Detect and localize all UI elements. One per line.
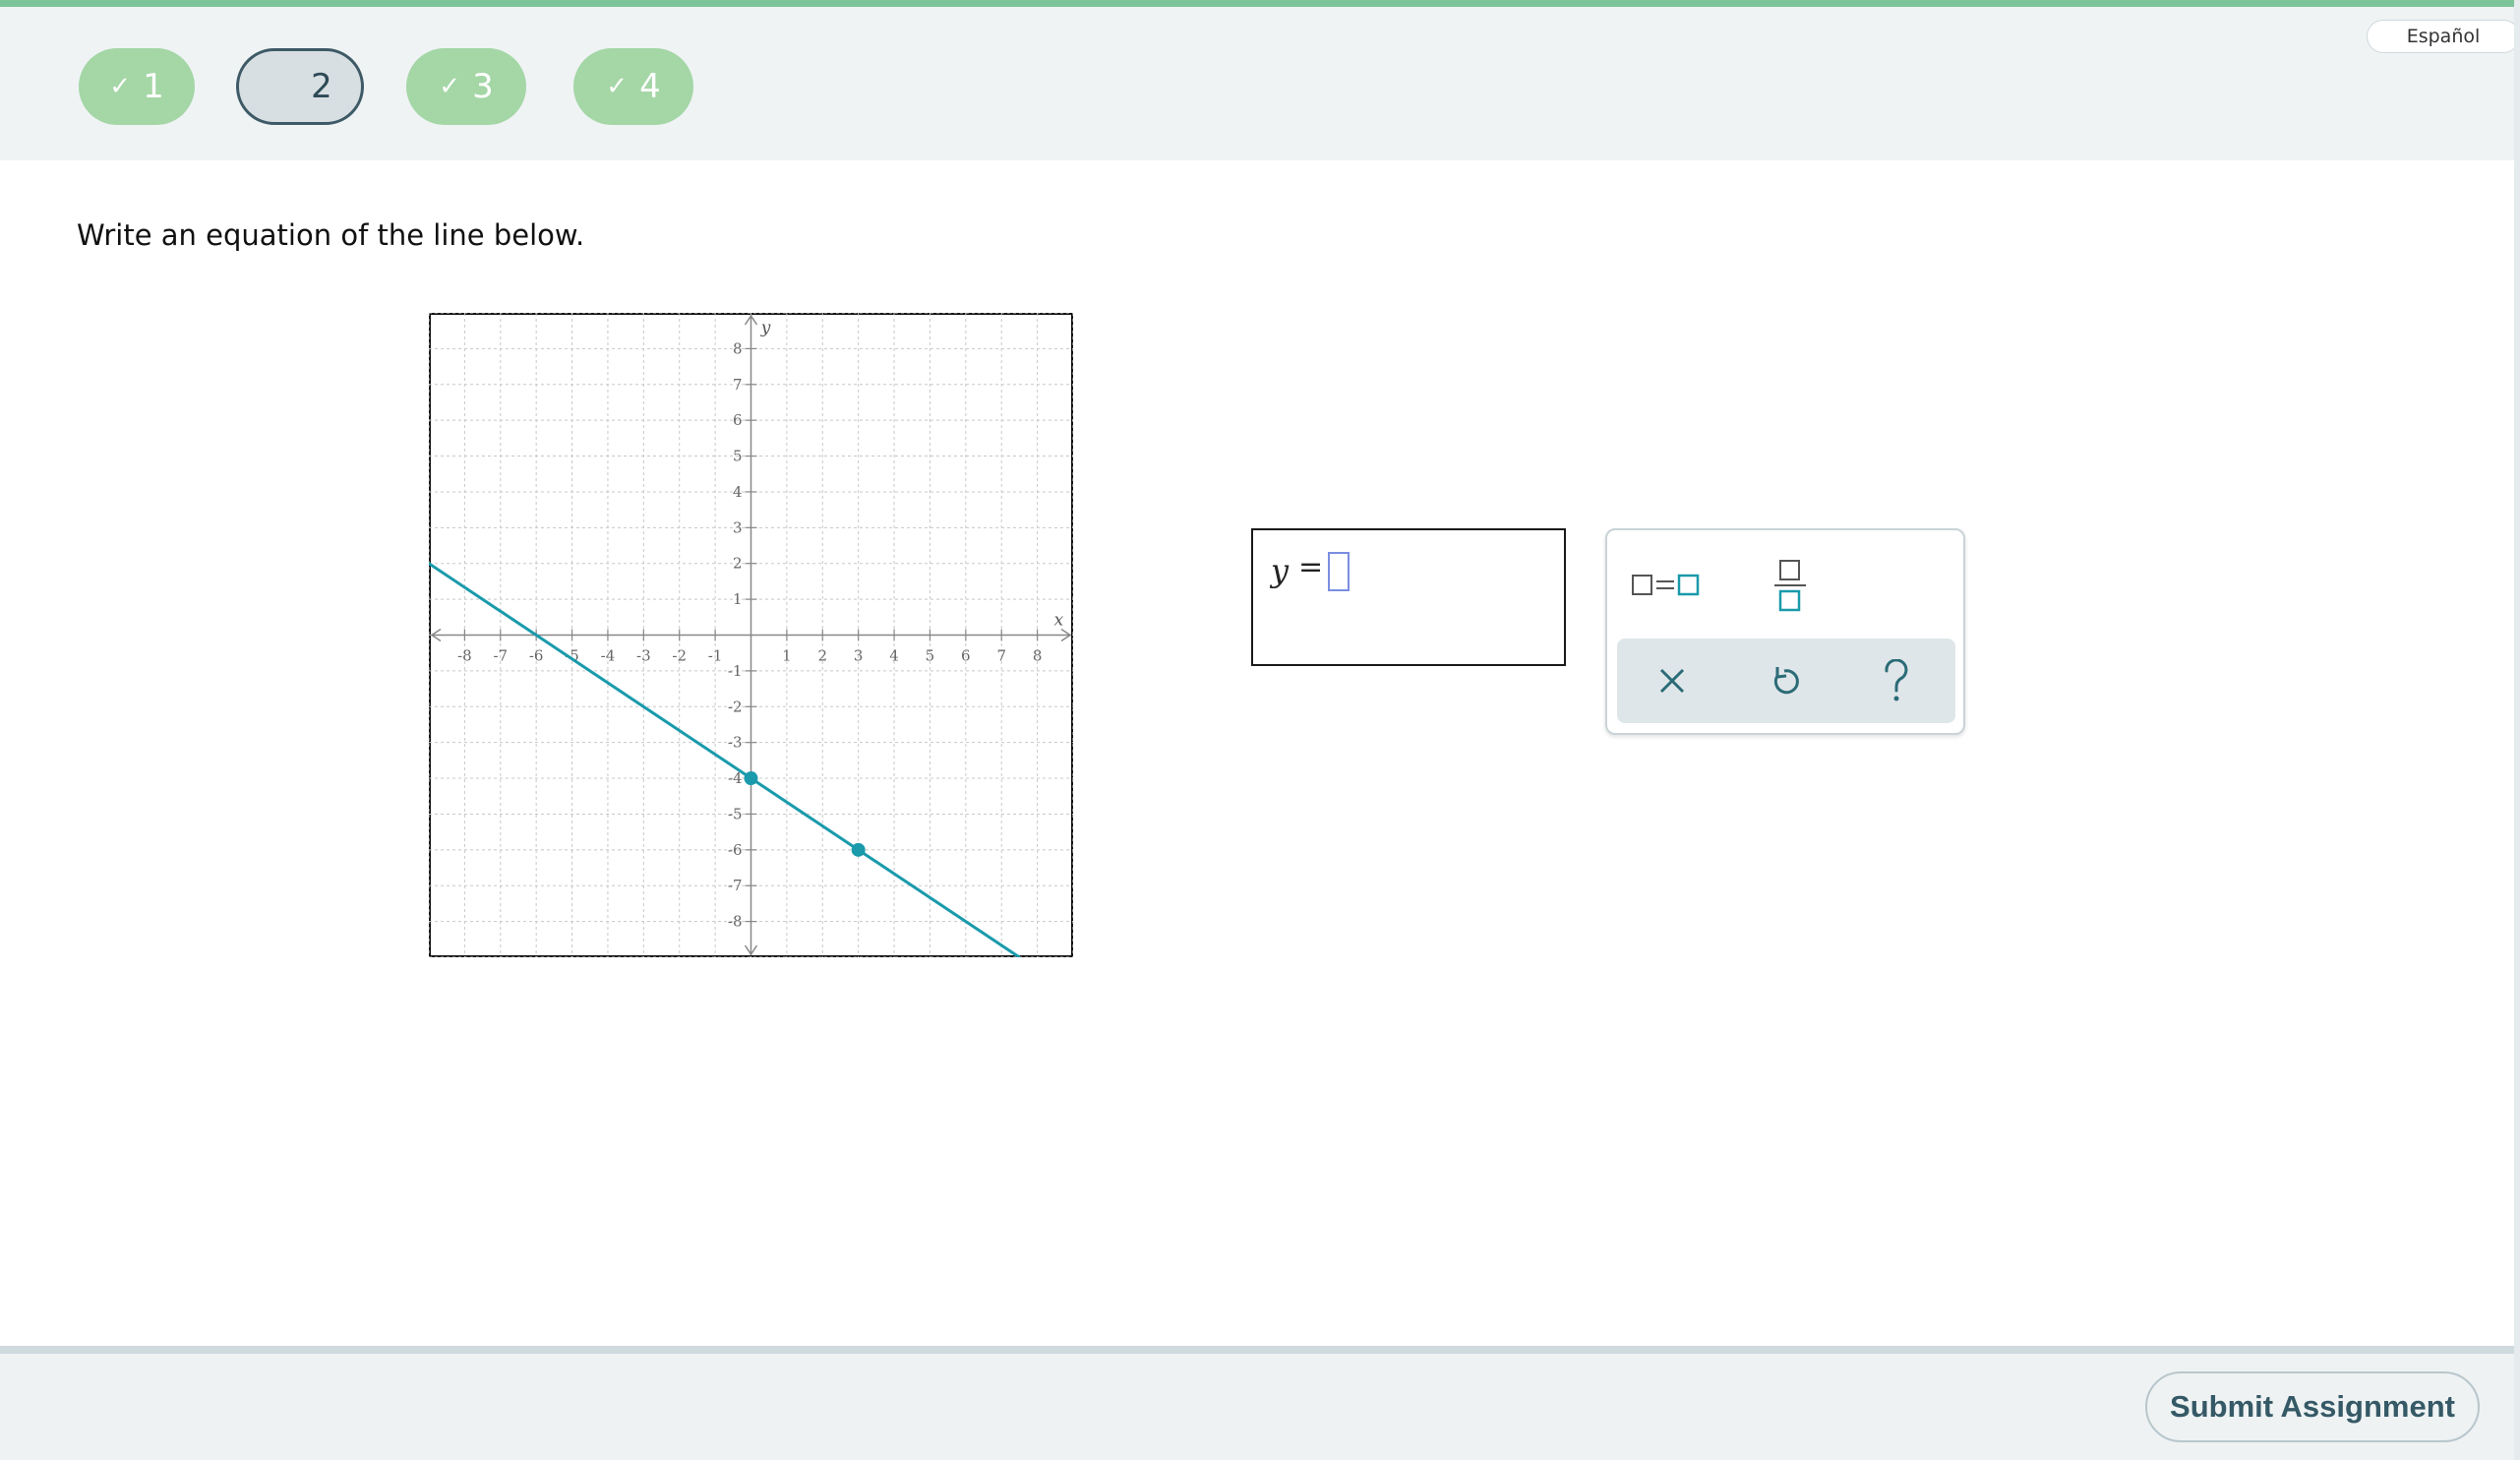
y-tick-label: 8	[733, 339, 743, 357]
x-tick-label: -2	[672, 647, 687, 665]
x-tick-label: -3	[636, 647, 651, 665]
question-number: 1	[143, 67, 164, 106]
y-tick-label: -3	[728, 734, 743, 752]
question-4-button[interactable]: ✓ 4	[573, 48, 693, 125]
question-number: 2	[311, 67, 332, 106]
check-icon: ✓	[109, 72, 132, 101]
y-tick-label: 1	[733, 590, 743, 608]
clear-button[interactable]	[1645, 656, 1700, 705]
y-tick-label: -1	[728, 662, 743, 680]
math-keypad	[1605, 528, 1965, 735]
x-tick-label: 6	[961, 647, 971, 665]
question-1-button[interactable]: ✓ 1	[79, 48, 195, 125]
help-button[interactable]	[1869, 652, 1924, 709]
y-tick-label: -8	[728, 913, 743, 931]
progress-top-bar	[0, 0, 2514, 7]
y-tick-label: -2	[728, 698, 743, 715]
x-tick-label: -4	[601, 647, 616, 665]
scrollbar-track	[2514, 0, 2520, 1460]
undo-icon	[1773, 667, 1799, 695]
x-tick-label: 7	[996, 647, 1006, 665]
close-icon	[1659, 668, 1685, 694]
question-prompt: Write an equation of the line below.	[77, 218, 585, 252]
plotted-point	[744, 771, 758, 786]
y-tick-label: 3	[733, 518, 743, 536]
answer-lhs-variable: y	[1271, 552, 1290, 589]
x-tick-label: 4	[889, 647, 899, 665]
y-tick-label: -7	[728, 877, 743, 894]
question-mark-icon	[1885, 659, 1908, 701]
x-tick-label: -6	[529, 647, 544, 665]
x-tick-label: -8	[457, 647, 472, 665]
fraction-template-button[interactable]	[1763, 548, 1818, 621]
fraction-template-icon	[1774, 560, 1806, 612]
x-tick-label: 8	[1033, 647, 1043, 665]
language-toggle-button[interactable]: Español	[2367, 20, 2520, 53]
x-tick-label: 5	[926, 647, 935, 665]
footer-divider	[0, 1346, 2514, 1354]
y-tick-label: 6	[733, 411, 743, 429]
undo-button[interactable]	[1757, 656, 1812, 705]
coordinate-graph: -8 -7 -6 -5 -4 -3 -2 -1 1 2 3 4 5 6 7 887654321-1-2-3-4…	[429, 313, 1073, 957]
answer-input-slot[interactable]	[1328, 552, 1350, 591]
x-tick-label: 3	[854, 647, 864, 665]
footer-bar	[0, 1354, 2514, 1460]
x-axis-label: x	[1054, 611, 1064, 631]
question-2-button[interactable]: 2	[236, 48, 364, 125]
question-number: 4	[639, 67, 661, 106]
x-tick-label: 2	[818, 647, 828, 665]
y-tick-label: -6	[728, 841, 743, 859]
y-tick-label: 7	[733, 376, 743, 394]
answer-equals-sign: =	[1298, 550, 1324, 584]
y-tick-label: 5	[733, 448, 743, 465]
check-icon: ✓	[439, 72, 461, 101]
question-number: 3	[472, 67, 494, 106]
y-axis-label: y	[760, 319, 771, 338]
y-tick-label: 4	[733, 483, 743, 501]
y-tick-label: 2	[733, 555, 743, 573]
x-tick-label: -7	[493, 647, 508, 665]
submit-assignment-button[interactable]: Submit Assignment	[2145, 1371, 2480, 1442]
answer-input-box[interactable]: y =	[1251, 528, 1566, 666]
x-tick-label: 1	[782, 647, 792, 665]
equation-template-button[interactable]	[1627, 558, 1706, 611]
equation-template-icon	[1632, 574, 1700, 596]
y-tick-label: -5	[728, 805, 743, 822]
plotted-point	[851, 842, 866, 857]
question-nav-header: ✓ 1 2 ✓ 3 ✓ 4 Español	[0, 7, 2520, 160]
x-tick-label: -1	[708, 647, 723, 665]
check-icon: ✓	[606, 72, 629, 101]
question-3-button[interactable]: ✓ 3	[406, 48, 526, 125]
keypad-action-row	[1617, 639, 1955, 723]
